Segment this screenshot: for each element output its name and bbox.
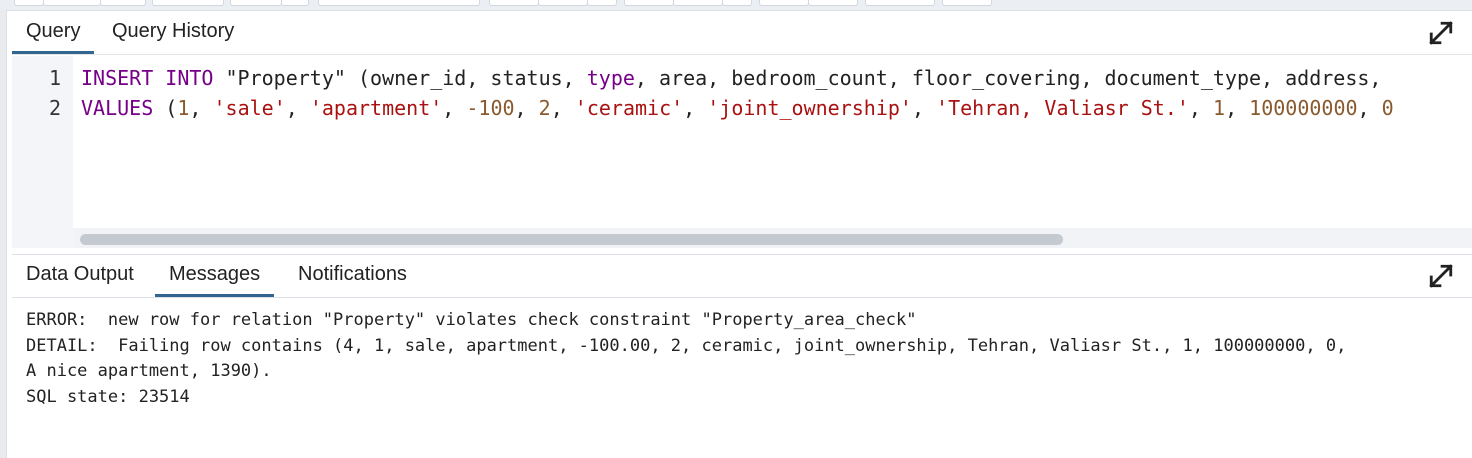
expand-diagonal-icon[interactable] bbox=[1428, 20, 1454, 46]
sql-number: 100000000 bbox=[1249, 96, 1358, 120]
toolbar-button[interactable] bbox=[759, 0, 809, 6]
tab-query[interactable]: Query bbox=[12, 10, 95, 54]
scrollbar-thumb[interactable] bbox=[80, 234, 1063, 245]
toolbar-button[interactable] bbox=[14, 0, 44, 6]
messages-output: ERROR: new row for relation "Property" v… bbox=[26, 308, 1346, 410]
tab-notifications[interactable]: Notifications bbox=[284, 253, 421, 297]
tabbar-divider bbox=[12, 54, 1472, 55]
toolbar-dropdown[interactable] bbox=[318, 0, 480, 6]
toolbar-button[interactable] bbox=[43, 0, 101, 6]
toolbar-button[interactable] bbox=[281, 0, 309, 6]
toolbar-button[interactable] bbox=[673, 0, 723, 6]
line-number-gutter: 1 2 bbox=[12, 56, 73, 248]
code-text: , bbox=[1225, 96, 1250, 120]
tab-query-history[interactable]: Query History bbox=[98, 10, 248, 54]
message-line: A nice apartment, 1390). bbox=[26, 361, 272, 381]
code-text: , bbox=[442, 96, 467, 120]
left-panel-edge bbox=[0, 10, 7, 458]
sql-number: 2 bbox=[538, 96, 551, 120]
code-text: , bbox=[1188, 96, 1214, 120]
code-text: , bbox=[189, 96, 214, 120]
sql-keyword: INTO bbox=[165, 66, 214, 90]
toolbar-button[interactable] bbox=[489, 0, 539, 6]
code-line-2: VALUES (1, 'sale', 'apartment', -100, 2,… bbox=[81, 96, 1394, 120]
toolbar-button[interactable] bbox=[808, 0, 858, 6]
sql-keyword: type bbox=[586, 66, 635, 90]
toolbar-button[interactable] bbox=[538, 0, 588, 6]
message-line: ERROR: new row for relation "Property" v… bbox=[26, 310, 917, 330]
toolbar-button[interactable] bbox=[865, 0, 935, 6]
sql-string: 'apartment' bbox=[309, 96, 443, 120]
tab-messages[interactable]: Messages bbox=[155, 253, 275, 297]
code-line-1: INSERT INTO "Property" (owner_id, status… bbox=[81, 66, 1381, 90]
code-text: , bbox=[550, 96, 575, 120]
results-divider-bottom bbox=[12, 297, 1472, 298]
message-line: SQL state: 23514 bbox=[26, 386, 190, 407]
code-text: , bbox=[683, 96, 708, 120]
sql-string: 'ceramic' bbox=[574, 96, 684, 120]
query-tabbar: Query Query History bbox=[12, 10, 1472, 54]
code-text: , bbox=[514, 96, 539, 120]
tab-data-output[interactable]: Data Output bbox=[12, 253, 148, 297]
toolbar-button[interactable] bbox=[152, 0, 224, 6]
toolbar-button[interactable] bbox=[942, 0, 992, 6]
toolbar-button[interactable] bbox=[230, 0, 282, 6]
line-number: 1 bbox=[48, 66, 61, 90]
code-text: "Property" (owner_id, status, bbox=[213, 66, 587, 90]
line-number: 2 bbox=[48, 96, 61, 120]
sql-number: 1 bbox=[1213, 96, 1226, 120]
sql-number: 1 bbox=[177, 96, 190, 120]
toolbar-button[interactable] bbox=[587, 0, 617, 6]
sql-editor[interactable]: 1 2 INSERT INTO "Property" (owner_id, st… bbox=[12, 56, 1472, 248]
expand-diagonal-icon[interactable] bbox=[1428, 263, 1454, 289]
message-line: DETAIL: Failing row contains (4, 1, sale… bbox=[26, 335, 1347, 356]
horizontal-scrollbar[interactable] bbox=[73, 228, 1472, 248]
sql-string: 'sale' bbox=[213, 96, 286, 120]
toolbar-button[interactable] bbox=[100, 0, 146, 6]
code-text: , bbox=[1357, 96, 1382, 120]
sql-keyword: VALUES bbox=[81, 96, 154, 120]
code-text: , bbox=[285, 96, 310, 120]
results-tabbar: Data Output Messages Notifications bbox=[12, 253, 1472, 297]
sql-keyword: INSERT bbox=[81, 66, 154, 90]
sql-number: 0 bbox=[1381, 96, 1394, 120]
sql-string: 'Tehran, Valiasr St.' bbox=[936, 96, 1189, 120]
toolbar-button[interactable] bbox=[624, 0, 674, 6]
sql-string: 'joint_ownership' bbox=[707, 96, 912, 120]
toolbar-button[interactable] bbox=[722, 0, 752, 6]
code-text: , bbox=[911, 96, 937, 120]
code-text: ( bbox=[153, 96, 178, 120]
code-text: , area, bedroom_count, floor_covering, d… bbox=[634, 66, 1382, 90]
sql-number: -100 bbox=[466, 96, 515, 120]
